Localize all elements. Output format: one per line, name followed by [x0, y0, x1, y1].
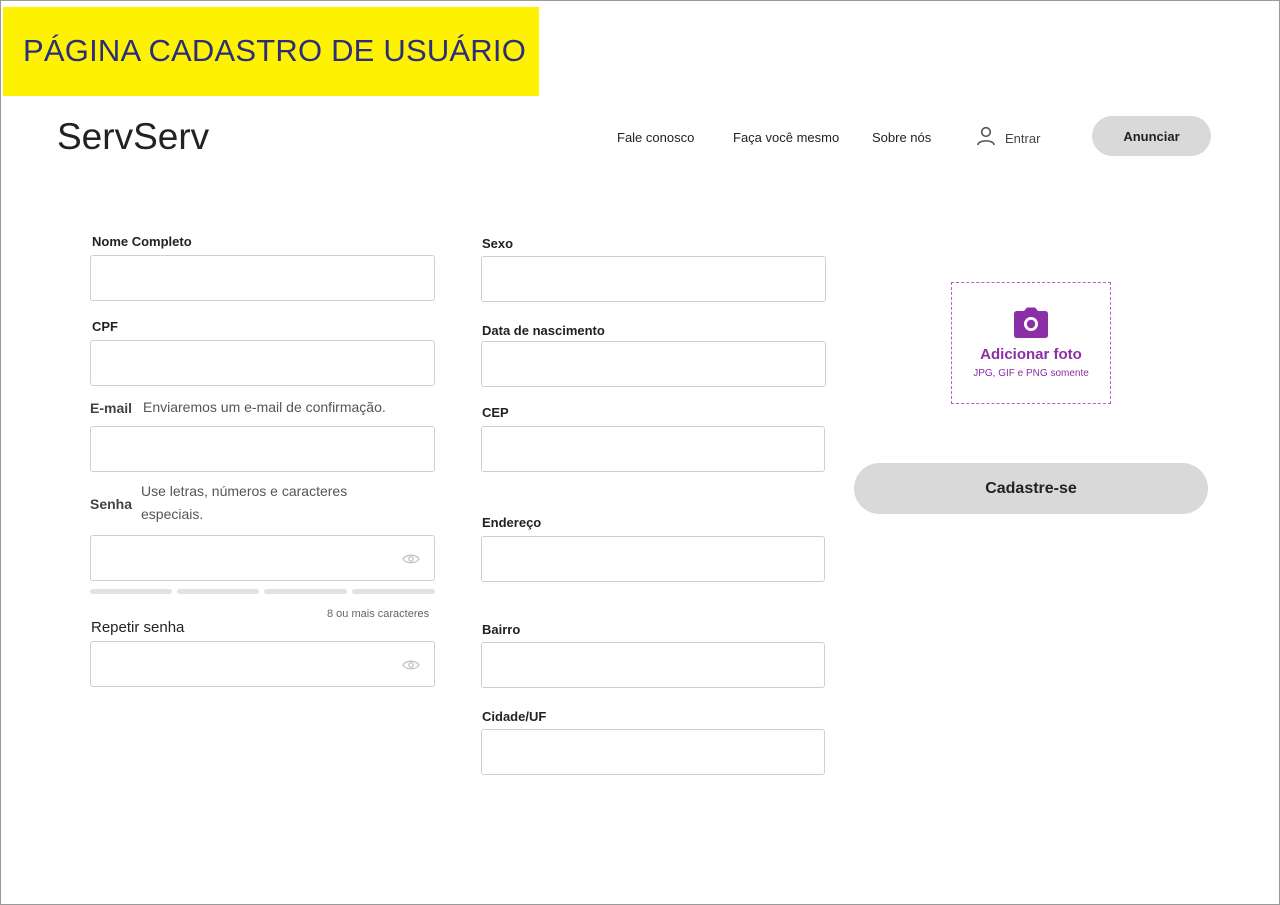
cpf-field[interactable]	[90, 340, 435, 386]
district-label: Bairro	[482, 622, 521, 637]
password-strength-bar-4	[352, 589, 435, 594]
eye-icon[interactable]	[402, 552, 420, 564]
repeat-password-label: Repetir senha	[91, 619, 185, 636]
email-hint: Enviaremos um e-mail de confirmação.	[143, 399, 386, 415]
birth-date-field[interactable]	[481, 341, 826, 387]
email-field[interactable]	[90, 426, 435, 472]
sex-label: Sexo	[482, 236, 514, 251]
name-field[interactable]	[90, 255, 435, 301]
add-photo-upload[interactable]: Adicionar foto JPG, GIF e PNG somente	[951, 282, 1111, 404]
eye-icon[interactable]	[402, 658, 420, 670]
birth-date-label: Data de nascimento	[482, 323, 605, 338]
email-label: E-mail	[90, 400, 133, 416]
cep-field[interactable]	[481, 426, 825, 472]
city-label: Cidade/UF	[482, 709, 547, 724]
nav-sobre-nos[interactable]: Sobre nós	[872, 130, 931, 145]
cep-label: CEP	[482, 405, 509, 420]
password-strength-bar-1	[90, 589, 172, 594]
banner-title: PÁGINA CADASTRO DE USUÁRIO	[23, 33, 527, 68]
password-label: Senha	[90, 496, 133, 512]
name-label: Nome Completo	[92, 234, 192, 249]
city-field[interactable]	[481, 729, 825, 775]
nav-fale-conosco[interactable]: Fale conosco	[617, 130, 694, 145]
password-strength-bar-2	[177, 589, 259, 594]
user-icon	[975, 125, 997, 152]
camera-icon	[1013, 307, 1049, 344]
advertise-button[interactable]: Anunciar	[1092, 116, 1211, 156]
login-link[interactable]: Entrar	[975, 125, 1040, 152]
cpf-label: CPF	[92, 319, 118, 334]
repeat-password-field[interactable]	[90, 641, 435, 687]
page-banner: PÁGINA CADASTRO DE USUÁRIO	[3, 7, 539, 96]
address-field[interactable]	[481, 536, 825, 582]
nav-faca-voce-mesmo[interactable]: Faça você mesmo	[733, 130, 839, 145]
password-field[interactable]	[90, 535, 435, 581]
district-field[interactable]	[481, 642, 825, 688]
add-photo-subtitle: JPG, GIF e PNG somente	[973, 368, 1089, 379]
password-min-hint: 8 ou mais caracteres	[327, 608, 430, 620]
password-strength-bar-3	[264, 589, 347, 594]
register-button[interactable]: Cadastre-se	[854, 463, 1208, 514]
login-label: Entrar	[1005, 131, 1041, 146]
address-label: Endereço	[482, 515, 542, 530]
sex-field[interactable]	[481, 256, 826, 302]
site-logo[interactable]: ServServ	[57, 116, 209, 158]
password-hint: Use letras, números e caracteres especia…	[141, 483, 348, 522]
add-photo-title: Adicionar foto	[980, 346, 1082, 363]
